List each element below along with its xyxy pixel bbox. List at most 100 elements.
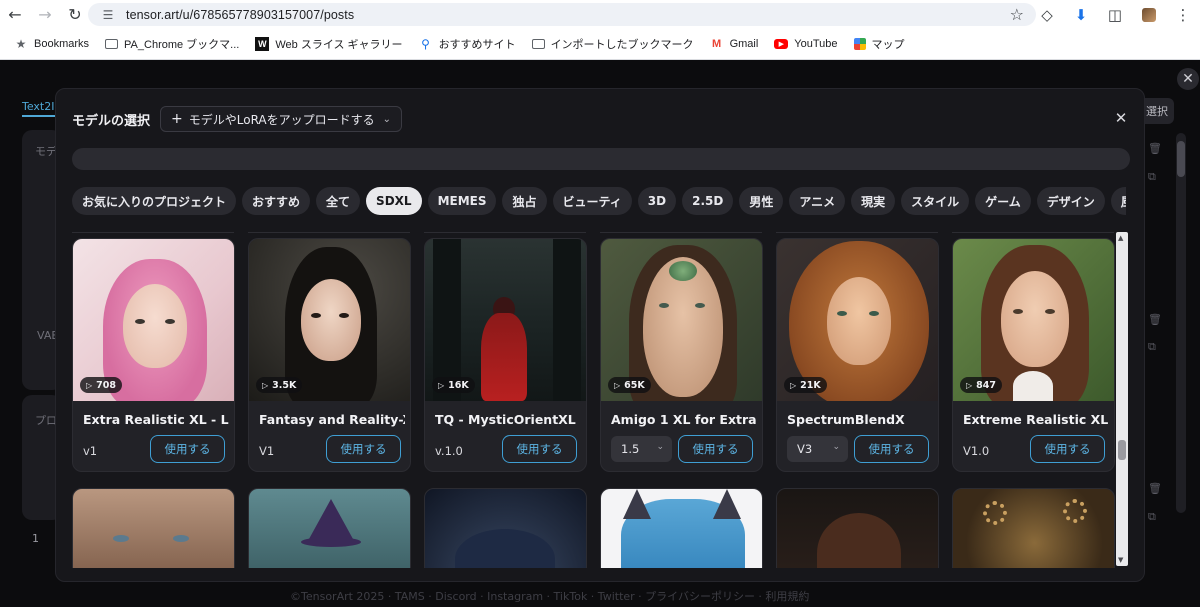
extensions-icon[interactable]: ◇ [1030,0,1064,29]
bookmark-item[interactable]: マップ [846,33,913,55]
bookmark-item[interactable]: インポートしたブックマーク [524,33,702,55]
play-icon: ▷ [262,380,269,390]
reload-icon[interactable]: ↻ [60,0,90,29]
bookmark-item[interactable]: ⚲ おすすめサイト [411,33,524,55]
youtube-icon: ▶ [774,39,789,49]
category-tab[interactable]: お気に入りのプロジェクト [72,187,237,215]
bookmark-item[interactable]: M Gmail [702,33,767,55]
category-tab[interactable]: 現実 [851,187,896,215]
trash-icon: 🗑 [1148,142,1162,155]
category-tab[interactable]: デザイン [1036,187,1105,215]
copy-icon: ⧉ [1148,510,1156,523]
bookmark-item[interactable]: ▶ YouTube [766,33,845,55]
model-card[interactable]: ▷16K TQ - MysticOrientXL (... v.1.0 使用する [424,238,587,472]
site-info-icon[interactable]: ☰ [100,7,116,23]
chevron-down-icon: ⌄ [656,442,664,452]
category-tab[interactable]: 全て [316,187,361,215]
use-model-button[interactable]: 使用する [326,435,401,463]
model-card[interactable] [952,488,1115,568]
model-card[interactable]: ▷ 21K SpectrumBlendX V3 ⌄ 使用する [776,238,939,472]
use-model-button[interactable]: 使用する [854,435,929,463]
category-tab[interactable]: ゲーム [975,187,1031,215]
use-model-button[interactable]: 使用する [678,435,753,463]
model-grid-scrollbar[interactable]: ▲ ▼ [1116,232,1128,566]
upload-model-label: モデルやLoRAをアップロードする [188,112,375,127]
scroll-up-icon[interactable]: ▲ [1118,234,1123,242]
profile-avatar[interactable] [1132,0,1166,29]
model-card[interactable]: ▷ 847 Extreme Realistic XL V1.0 使用する [952,238,1115,472]
overlay-close-icon[interactable]: ✕ [1177,68,1199,90]
address-url[interactable]: tensor.art/u/678565778903157007/posts [126,8,354,22]
model-card[interactable] [776,488,939,568]
close-icon[interactable]: ✕ [1112,109,1130,127]
category-tab[interactable]: SDXL [366,187,422,215]
run-count-badge: ▷ 21K [784,377,827,393]
bg-count-value: 1 [32,532,39,545]
category-tab[interactable]: 風景 [1110,187,1126,215]
model-grid: ▷708Extra Realistic XL - LC...v1使用する▷3.5… [72,232,1130,568]
version-label: v.1.0 [435,444,463,458]
model-card[interactable] [72,488,235,568]
category-tab[interactable]: MEMES [427,187,497,215]
run-count-badge: ▷ 708 [80,377,122,393]
model-name: SpectrumBlendX [787,412,905,427]
copy-icon: ⧉ [1148,170,1156,183]
download-icon[interactable]: ⬇ [1064,0,1098,29]
modal-title: モデルの選択 [72,113,151,129]
run-count: 708 [96,379,116,391]
menu-kebab-icon[interactable]: ⋮ [1166,0,1200,29]
trash-icon: 🗑 [1148,482,1162,495]
category-tab[interactable]: スタイル [901,187,970,215]
scroll-thumb[interactable] [1118,440,1126,460]
chevron-down-icon: ⌄ [382,113,392,125]
model-thumbnail[interactable] [249,489,410,568]
forward-arrow-icon[interactable]: → [30,0,60,29]
model-name: Fantasy and Reality-X... [259,412,405,427]
version-value: 1.5 [621,442,640,456]
version-select[interactable]: V3 ⌄ [787,436,848,462]
address-bar[interactable]: ☰ tensor.art/u/678565778903157007/posts … [88,3,1036,26]
web-slice-icon: W [255,37,270,51]
model-thumbnail[interactable] [73,489,234,568]
run-count-badge: ▷ 16K [432,377,475,393]
model-card[interactable]: ▷708 Extra Realistic XL - LC... v1 使用する [72,238,235,472]
folder-icon [105,39,119,49]
model-search-input[interactable] [72,148,1130,170]
gmail-icon: M [711,38,722,50]
use-model-button[interactable]: 使用する [150,435,225,463]
star-icon: ★ [15,37,27,51]
category-tab[interactable]: おすすめ [242,187,311,215]
use-model-button[interactable]: 使用する [502,435,577,463]
model-thumbnail[interactable] [953,489,1114,568]
category-tab[interactable]: 2.5D [682,187,734,215]
model-thumbnail[interactable] [601,489,762,568]
model-thumbnail[interactable] [777,489,938,568]
bookmark-item[interactable]: W Web スライス ギャラリー [247,33,410,55]
model-thumbnail[interactable] [425,489,586,568]
version-select[interactable]: 1.5 ⌄ [611,436,672,462]
model-card[interactable] [424,488,587,568]
version-label: v1 [83,444,98,458]
use-model-button[interactable]: 使用する [1030,435,1105,463]
play-icon: ▷ [86,380,93,390]
bookmark-item[interactable]: PA_Chrome ブックマ... [97,33,247,55]
version-label: V1.0 [963,444,990,458]
model-card[interactable]: ▷65K Amigo 1 XL for Extra R... 1.5 ⌄ 使用する [600,238,763,472]
bookmark-star-icon[interactable]: ☆ [1010,5,1024,24]
model-card[interactable] [600,488,763,568]
bookmark-item[interactable]: ★ Bookmarks [6,33,97,55]
model-card[interactable]: ▷3.5K Fantasy and Reality-X... V1 使用する [248,238,411,472]
upload-model-button[interactable]: + モデルやLoRAをアップロードする ⌄ [160,106,403,132]
back-arrow-icon[interactable]: ← [0,0,30,29]
side-panel-icon[interactable]: ◫ [1098,0,1132,29]
category-tab[interactable]: 男性 [739,187,784,215]
model-card[interactable] [248,488,411,568]
scroll-down-icon[interactable]: ▼ [1118,556,1123,564]
category-tab[interactable]: 3D [637,187,677,215]
category-tab[interactable]: 独占 [502,187,547,215]
category-tab[interactable]: アニメ [789,187,846,215]
play-icon: ▷ [790,380,797,390]
play-icon: ▷ [438,380,445,390]
category-tab[interactable]: ビューティ [552,187,632,215]
run-count: 16K [448,379,469,391]
